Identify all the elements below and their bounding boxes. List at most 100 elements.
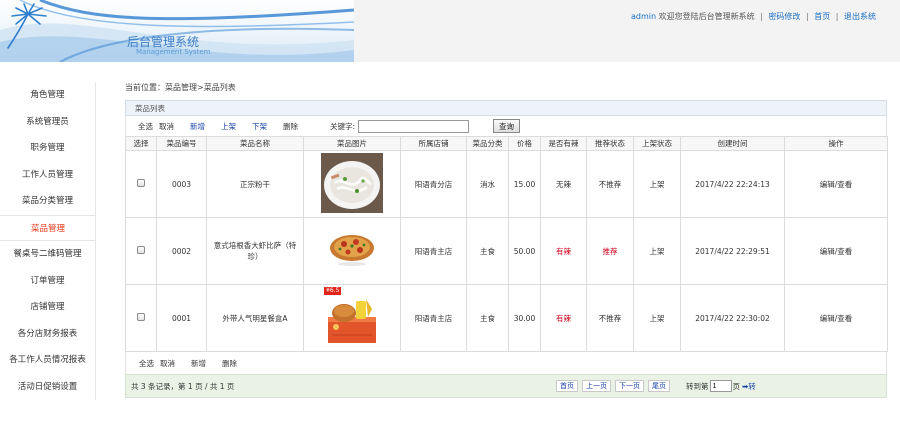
- welcome-text: 欢迎您登陆后台管理新系统: [658, 12, 755, 21]
- next-page-button[interactable]: 下一页: [615, 380, 644, 392]
- sidebar-item-dish-category[interactable]: 菜品分类管理: [0, 188, 96, 215]
- col-id: 菜品编号: [156, 136, 207, 151]
- last-page-button[interactable]: 尾页: [648, 380, 670, 392]
- current-user: admin: [630, 12, 657, 21]
- separator: |: [760, 12, 763, 21]
- row-checkbox[interactable]: [137, 246, 145, 254]
- page-unit: 页: [732, 381, 741, 391]
- sidebar-item-promotion[interactable]: 活动日促销设置: [0, 373, 96, 400]
- dish-created: 2017/4/22 22:30:02: [680, 284, 785, 352]
- dish-name: 意式培根香大虾比萨（特珍）: [206, 217, 304, 285]
- dish-price: 30.00: [508, 284, 541, 352]
- col-recommend: 推荐状态: [586, 136, 634, 151]
- search-button[interactable]: 查询: [493, 119, 521, 133]
- pager-summary: 共 3 条记录，第 1 页 / 共 1 页: [131, 381, 235, 391]
- dish-created: 2017/4/22 22:29:51: [680, 217, 785, 285]
- pager: 共 3 条记录，第 1 页 / 共 1 页 首页 上一页 下一页 尾页 转到第 …: [125, 374, 887, 398]
- meal-box-icon: [328, 299, 376, 343]
- meal-box-image: ¥6.5: [322, 287, 382, 347]
- sidebar-item-table-qrcode[interactable]: 餐桌号二维码管理: [0, 241, 96, 268]
- dish-shelf: 上架: [633, 217, 681, 285]
- dish-category: 主食: [466, 284, 509, 352]
- col-shop: 所属店铺: [400, 136, 467, 151]
- off-shelf-button[interactable]: 下架: [252, 121, 267, 132]
- edit-view-link[interactable]: 编辑/查看: [784, 217, 888, 285]
- dish-price: 15.00: [508, 150, 541, 218]
- edit-view-link[interactable]: 编辑/查看: [784, 284, 888, 352]
- breadcrumb: 当前位置：菜品管理>菜品列表: [125, 83, 236, 92]
- sidebar-item-staff[interactable]: 工作人员管理: [0, 161, 96, 188]
- col-price: 价格: [508, 136, 541, 151]
- cancel-select-button[interactable]: 取消: [160, 358, 175, 369]
- dish-name: 正宗粉干: [206, 150, 304, 218]
- delete-button[interactable]: 删除: [222, 358, 237, 369]
- system-subtitle: Management System: [136, 48, 211, 56]
- dish-table: 选择 菜品编号 菜品名称 菜品图片 所属店铺 菜品分类 价格 是否有辣 推荐状态…: [125, 136, 888, 352]
- table-row: 0002 意式培根香大虾比萨（特珍） 阳语青主店 主食 50.00 有辣 推荐 …: [125, 217, 888, 285]
- pizza-icon: [330, 235, 374, 266]
- dish-id: 0001: [156, 284, 207, 352]
- dish-shelf: 上架: [633, 284, 681, 352]
- dish-id: 0002: [156, 217, 207, 285]
- sidebar-item-position[interactable]: 职务管理: [0, 135, 96, 162]
- sidebar-item-order[interactable]: 订单管理: [0, 267, 96, 294]
- dish-shop: 阳语青主店: [400, 284, 467, 352]
- goto-label: 转到第: [686, 381, 709, 391]
- top-toolbar: 全选 取消 新增 上架 下架 删除 关键字: 查询: [125, 116, 887, 136]
- col-spicy: 是否有辣: [540, 136, 587, 151]
- dish-id: 0003: [156, 150, 207, 218]
- add-dish-button[interactable]: 新增: [191, 358, 206, 369]
- sidebar-item-admin[interactable]: 系统管理员: [0, 108, 96, 135]
- sidebar-item-dish[interactable]: 菜品管理: [0, 214, 96, 241]
- keyword-label: 关键字:: [330, 121, 356, 131]
- select-all-button[interactable]: 全选: [139, 358, 154, 369]
- logout-link[interactable]: 退出系统: [844, 12, 876, 21]
- col-created: 创建时间: [680, 136, 785, 151]
- dish-spicy: 有辣: [540, 217, 587, 285]
- sidebar-item-role[interactable]: 角色管理: [0, 82, 96, 109]
- add-dish-button[interactable]: 新增: [190, 121, 205, 132]
- change-password-link[interactable]: 密码修改: [768, 12, 800, 21]
- page-number-input[interactable]: [709, 380, 732, 392]
- dish-recommend: 推荐: [586, 217, 634, 285]
- delete-button[interactable]: 删除: [283, 121, 298, 132]
- sidebar: 角色管理 系统管理员 职务管理 工作人员管理 菜品分类管理 菜品管理 餐桌号二维…: [0, 82, 96, 400]
- top-user-bar: admin 欢迎您登陆后台管理新系统 | 密码修改 | 首页 | 退出系统: [631, 11, 876, 22]
- table-row: 0003 正宗粉干 阳语青分店 消水 15.00 无辣 不推荐 上架 2017/…: [125, 150, 888, 218]
- bottom-toolbar: 全选 取消 新增 删除: [125, 352, 887, 374]
- dish-spicy: 有辣: [540, 284, 587, 352]
- price-badge: ¥6.5: [324, 287, 342, 295]
- home-link[interactable]: 首页: [814, 12, 830, 21]
- table-row: 0001 外带人气明星餐盒A ¥6.5 阳语青主店 主食 30.00 有辣 不推…: [125, 284, 888, 352]
- dish-shop: 阳语青分店: [400, 150, 467, 218]
- select-all-button[interactable]: 全选: [138, 121, 153, 132]
- dish-shelf: 上架: [633, 150, 681, 218]
- header: 后台管理系统 Management System admin 欢迎您登陆后台管理…: [0, 0, 900, 62]
- dish-category: 主食: [466, 217, 509, 285]
- dish-category: 消水: [466, 150, 509, 218]
- on-shelf-button[interactable]: 上架: [221, 121, 236, 132]
- col-name: 菜品名称: [206, 136, 304, 151]
- row-checkbox[interactable]: [137, 313, 145, 321]
- row-checkbox[interactable]: [137, 179, 145, 187]
- separator: |: [835, 12, 839, 21]
- sidebar-item-shop[interactable]: 店铺管理: [0, 294, 96, 321]
- header-banner: 后台管理系统 Management System: [0, 0, 354, 62]
- dish-shop: 阳语青主店: [400, 217, 467, 285]
- first-page-button[interactable]: 首页: [556, 380, 578, 392]
- dish-name: 外带人气明星餐盒A: [206, 284, 304, 352]
- edit-view-link[interactable]: 编辑/查看: [784, 150, 888, 218]
- dish-recommend: 不推荐: [586, 150, 634, 218]
- dish-spicy: 无辣: [540, 150, 587, 218]
- cancel-select-button[interactable]: 取消: [159, 121, 174, 132]
- keyword-input[interactable]: [358, 119, 470, 133]
- col-shelf: 上架状态: [633, 136, 681, 151]
- sidebar-item-staff-report[interactable]: 各工作人员情况报表: [0, 347, 96, 374]
- prev-page-button[interactable]: 上一页: [582, 380, 611, 392]
- table-header-row: 选择 菜品编号 菜品名称 菜品图片 所属店铺 菜品分类 价格 是否有辣 推荐状态…: [125, 136, 888, 151]
- col-image: 菜品图片: [303, 136, 401, 151]
- dish-created: 2017/4/22 22:24:13: [680, 150, 785, 218]
- go-button[interactable]: ➡转: [742, 381, 756, 392]
- sidebar-item-branch-finance[interactable]: 各分店财务报表: [0, 320, 96, 347]
- col-category: 菜品分类: [466, 136, 509, 151]
